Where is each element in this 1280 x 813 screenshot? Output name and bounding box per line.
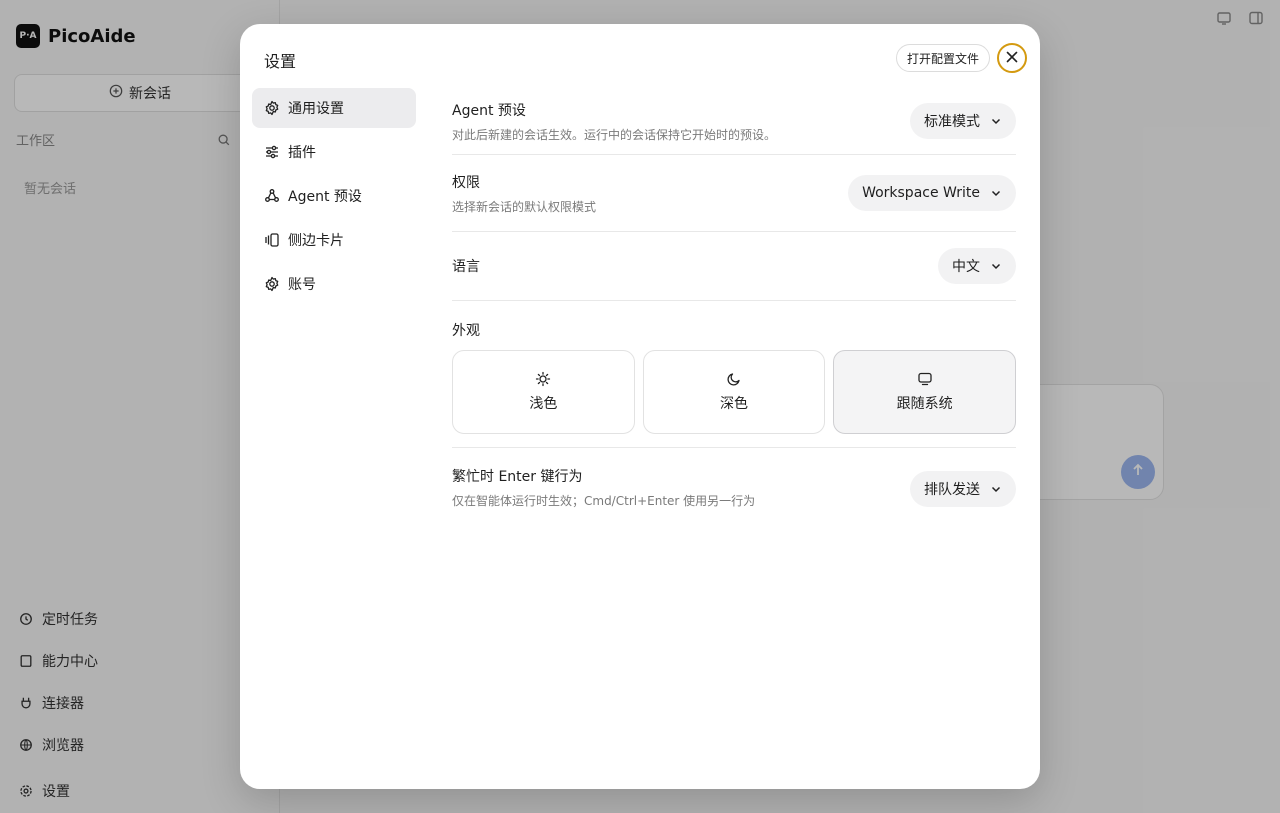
tab-label: 通用设置 [288,101,344,117]
theme-options: 浅色 深色 跟随系统 [452,350,1017,434]
cards-icon [264,232,280,248]
setting-description: 对此后新建的会话生效。运行中的会话保持它开始时的预设。 [452,127,777,142]
theme-option-light[interactable]: 浅色 [452,350,635,434]
setting-agent-preset: Agent 预设 对此后新建的会话生效。运行中的会话保持它开始时的预设。 标准模… [452,88,1016,155]
chevron-down-icon [990,260,1002,272]
setting-label: 权限 [452,174,480,191]
setting-appearance: 外观 浅色 深色 跟随系统 [452,301,1017,448]
tab-general[interactable]: 通用设置 [252,88,416,128]
setting-label: 外观 [452,323,480,339]
tab-account[interactable]: 账号 [252,264,416,304]
setting-label: 语言 [452,259,480,275]
permission-select[interactable]: Workspace Write [848,175,1016,211]
chevron-down-icon [990,187,1002,199]
setting-busy-enter: 繁忙时 Enter 键行为 仅在智能体运行时生效；Cmd/Ctrl+Enter … [452,448,1016,511]
select-value: Workspace Write [862,185,980,201]
theme-label: 跟随系统 [896,396,953,412]
select-value: 中文 [952,259,980,275]
moon-icon [726,371,742,387]
close-button[interactable] [997,43,1027,73]
chevron-down-icon [990,483,1002,495]
theme-label: 深色 [720,396,748,412]
setting-permission: 权限 选择新会话的默认权限模式 Workspace Write [452,155,1016,232]
sliders-icon [264,144,280,160]
sun-icon [535,371,551,387]
tab-side-cards[interactable]: 侧边卡片 [252,220,416,260]
gear-icon [264,100,280,116]
setting-description: 仅在智能体运行时生效；Cmd/Ctrl+Enter 使用另一行为 [452,494,756,508]
tab-label: 插件 [288,145,316,161]
theme-option-dark[interactable]: 深色 [642,350,826,434]
monitor-icon [917,371,933,387]
language-select[interactable]: 中文 [938,248,1016,284]
tab-label: Agent 预设 [288,189,362,205]
theme-label: 浅色 [529,396,558,412]
tab-label: 侧边卡片 [288,233,344,249]
theme-option-system[interactable]: 跟随系统 [833,350,1017,434]
busy-enter-select[interactable]: 排队发送 [910,470,1016,507]
setting-label: 繁忙时 Enter 键行为 [452,469,583,485]
settings-dialog: 设置 打开配置文件 通用设置 插件 Agent 预设 侧边卡片 账号 Agent… [240,24,1040,789]
tab-agent-presets[interactable]: Agent 预设 [252,176,416,216]
select-value: 标准模式 [924,114,980,130]
gear-icon [264,276,280,292]
agent-preset-select[interactable]: 标准模式 [910,103,1016,139]
settings-nav: 通用设置 插件 Agent 预设 侧边卡片 账号 [252,88,416,308]
setting-description: 选择新会话的默认权限模式 [452,199,597,214]
tab-plugins[interactable]: 插件 [252,132,416,172]
setting-label: Agent 预设 [452,102,526,119]
tab-label: 账号 [288,277,316,293]
general-settings-panel: Agent 预设 对此后新建的会话生效。运行中的会话保持它开始时的预设。 标准模… [452,88,1017,511]
open-config-file-button[interactable]: 打开配置文件 [896,44,991,72]
close-icon [1005,50,1019,67]
select-value: 排队发送 [924,481,980,498]
agent-icon [264,188,280,204]
setting-language: 语言 中文 [452,232,1016,301]
chevron-down-icon [990,115,1002,127]
dialog-title: 设置 [264,52,297,71]
